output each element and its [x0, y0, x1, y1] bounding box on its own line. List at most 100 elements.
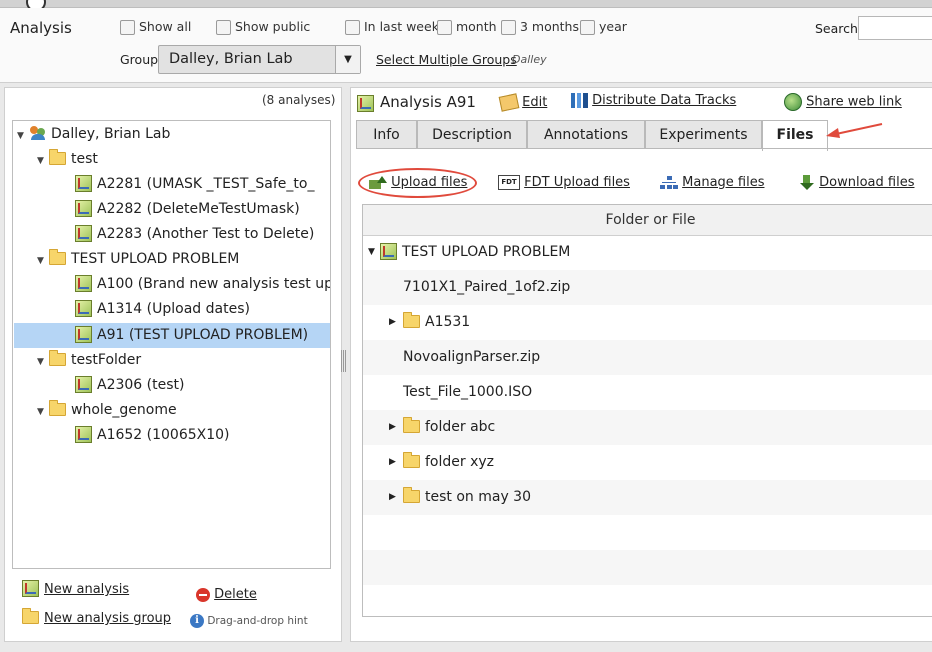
search-input[interactable]	[858, 16, 932, 40]
folder-icon	[49, 248, 66, 265]
table-row[interactable]: 7101X1_Paired_1of2.zip	[363, 270, 932, 305]
grid-column-header[interactable]: Folder or File	[363, 205, 932, 236]
tree-analysis-item[interactable]: A2306 (test)	[75, 373, 184, 397]
tabs-divider	[356, 148, 932, 149]
checkbox-icon[interactable]	[120, 20, 135, 35]
tree-analysis-item[interactable]: A1314 (Upload dates)	[75, 297, 250, 321]
files-grid: Folder or File ▼ TEST UPLOAD PROBLEM 710…	[362, 204, 932, 617]
folder-icon	[403, 451, 420, 468]
edit-icon	[498, 93, 520, 112]
tree-folder-node[interactable]: ▼ whole_genome	[37, 398, 177, 422]
expand-triangle-icon[interactable]: ▼	[37, 149, 49, 173]
expand-triangle-icon[interactable]: ▼	[368, 235, 375, 270]
expand-triangle-icon[interactable]: ▶	[389, 480, 396, 515]
expand-triangle-icon[interactable]: ▶	[389, 410, 396, 445]
folder-name: folder abc	[425, 419, 496, 435]
tree-node-label: test	[71, 151, 98, 167]
filter-year[interactable]: year	[580, 19, 627, 35]
table-row[interactable]: Test_File_1000.ISO	[363, 375, 932, 410]
distribute-data-tracks-button[interactable]: Distribute Data Tracks	[571, 93, 736, 108]
delete-button[interactable]: Delete	[196, 587, 257, 602]
checkbox-icon[interactable]	[437, 20, 452, 35]
tab-description[interactable]: Description	[417, 120, 527, 149]
tab-files[interactable]: Files	[762, 120, 828, 151]
checkbox-icon[interactable]	[580, 20, 595, 35]
upload-files-label: Upload files	[391, 175, 468, 190]
table-row[interactable]: ▶ test on may 30	[363, 480, 932, 515]
panel-splitter-handle[interactable]	[341, 350, 347, 374]
expand-triangle-icon[interactable]: ▼	[37, 350, 49, 374]
tree-analysis-item[interactable]: A2283 (Another Test to Delete)	[75, 222, 314, 246]
analysis-icon	[75, 224, 92, 242]
analysis-icon	[75, 274, 92, 292]
tree-analysis-item[interactable]: A2282 (DeleteMeTestUmask)	[75, 197, 300, 221]
share-web-link-button[interactable]: Share web link	[784, 93, 902, 111]
checkbox-icon[interactable]	[501, 20, 516, 35]
analysis-icon	[380, 242, 397, 260]
table-row[interactable]: ▶ folder abc	[363, 410, 932, 445]
tree-node-label: testFolder	[71, 352, 142, 368]
new-analysis-label: New analysis	[44, 582, 130, 597]
analysis-icon	[75, 425, 92, 443]
table-row-empty	[363, 550, 932, 585]
tree-folder-node[interactable]: ▼ TEST UPLOAD PROBLEM	[37, 247, 239, 271]
fdt-icon: FDT	[498, 175, 520, 190]
folder-icon	[403, 416, 420, 433]
manage-files-button[interactable]: Manage files	[660, 175, 764, 190]
drag-drop-hint[interactable]: i Drag-and-drop hint	[190, 614, 308, 628]
group-select[interactable]: Dalley, Brian Lab ▼	[158, 45, 361, 74]
tree-folder-node[interactable]: ▼ test	[37, 147, 98, 171]
filter-label: year	[598, 19, 627, 34]
filter-3-months[interactable]: 3 months	[501, 19, 579, 35]
filter-show-public[interactable]: Show public	[216, 19, 310, 35]
tab-annotations[interactable]: Annotations	[527, 120, 645, 149]
tree-analysis-item[interactable]: A1652 (10065X10)	[75, 423, 230, 447]
upload-files-button[interactable]: Upload files	[369, 175, 467, 190]
tree-node-label: Dalley, Brian Lab	[51, 126, 171, 142]
expand-triangle-icon[interactable]: ▶	[389, 305, 396, 340]
folder-name: folder xyz	[425, 454, 495, 470]
filter-month[interactable]: month	[437, 19, 497, 35]
tab-info[interactable]: Info	[356, 120, 417, 149]
tree-lab-node[interactable]: ▼ Dalley, Brian Lab	[17, 122, 170, 146]
checkbox-icon[interactable]	[345, 20, 360, 35]
filter-label: In last week	[363, 19, 439, 34]
new-analysis-group-button[interactable]: New analysis group	[22, 608, 172, 626]
analysis-count: (8 analyses)	[262, 93, 336, 107]
folder-icon	[49, 399, 66, 416]
select-multiple-groups-link[interactable]: Select Multiple Groups	[376, 52, 517, 67]
folder-name: test on may 30	[425, 489, 531, 505]
table-row[interactable]: NovoalignParser.zip	[363, 340, 932, 375]
expand-triangle-icon[interactable]: ▼	[17, 124, 29, 148]
checkbox-icon[interactable]	[216, 20, 231, 35]
analysis-icon	[75, 174, 92, 192]
analysis-icon	[75, 199, 92, 217]
edit-button[interactable]: Edit	[498, 93, 547, 112]
new-folder-icon	[22, 608, 39, 624]
table-row[interactable]: ▶ A1531	[363, 305, 932, 340]
tree-folder-node[interactable]: ▼ testFolder	[37, 348, 141, 372]
filter-label: month	[455, 19, 497, 34]
grid-row-label: folder xyz	[403, 445, 494, 480]
search-label: Search	[815, 21, 858, 36]
expand-triangle-icon[interactable]: ▼	[37, 249, 49, 273]
filter-show-all[interactable]: Show all	[120, 19, 191, 35]
new-analysis-button[interactable]: New analysis	[22, 580, 130, 598]
analysis-tree: ▼ Dalley, Brian Lab ▼ test A2281 (UMASK _T…	[12, 120, 331, 569]
grid-root-row[interactable]: ▼ TEST UPLOAD PROBLEM	[363, 235, 932, 270]
filter-last-week[interactable]: In last week	[345, 19, 439, 35]
file-name: 7101X1_Paired_1of2.zip	[403, 279, 571, 295]
tree-analysis-item[interactable]: A100 (Brand new analysis test upl	[75, 272, 330, 296]
filter-label: Show all	[138, 19, 192, 34]
analysis-icon	[75, 299, 92, 317]
tree-analysis-item-selected[interactable]: A91 (TEST UPLOAD PROBLEM)	[75, 323, 308, 347]
new-analysis-group-label: New analysis group	[44, 611, 172, 626]
chevron-down-icon[interactable]: ▼	[335, 46, 360, 73]
tab-experiments[interactable]: Experiments	[645, 120, 762, 149]
table-row[interactable]: ▶ folder xyz	[363, 445, 932, 480]
fdt-upload-files-button[interactable]: FDT FDT Upload files	[498, 175, 630, 190]
tree-analysis-item[interactable]: A2281 (UMASK _TEST_Safe_to_	[75, 172, 314, 196]
expand-triangle-icon[interactable]: ▼	[37, 400, 49, 424]
download-files-button[interactable]: Download files	[799, 175, 914, 190]
expand-triangle-icon[interactable]: ▶	[389, 445, 396, 480]
